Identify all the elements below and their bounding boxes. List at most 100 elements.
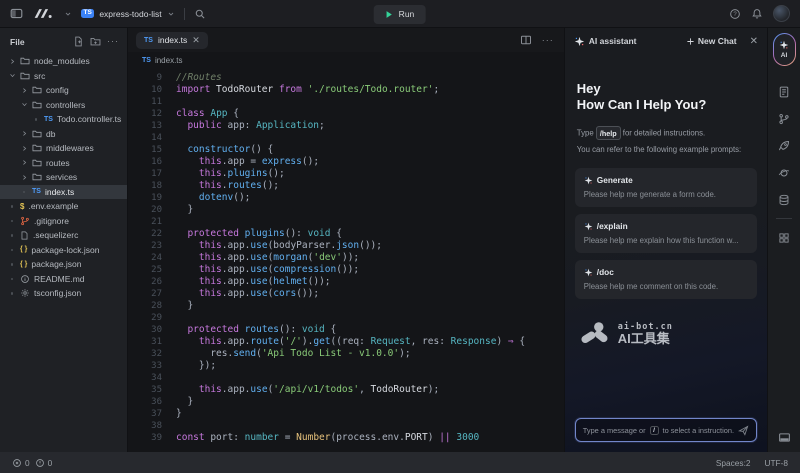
tree-item-controllers[interactable]: controllers: [0, 98, 127, 113]
code-line-11[interactable]: 11: [128, 96, 564, 108]
code-line-24[interactable]: 24 this.app.use(morgan('dev'));: [128, 252, 564, 264]
code-line-22[interactable]: 22 protected plugins(): void {: [128, 228, 564, 240]
tree-item-readme-md[interactable]: README.md: [0, 272, 127, 287]
tree-item-routes[interactable]: routes: [0, 156, 127, 171]
run-label: Run: [399, 9, 415, 19]
avatar[interactable]: [773, 5, 790, 22]
tree-item-config[interactable]: config: [0, 83, 127, 98]
tree-item-todo-controller-ts[interactable]: TSTodo.controller.ts: [0, 112, 127, 127]
editor-more-icon[interactable]: ···: [542, 36, 554, 45]
tree-item--gitignore[interactable]: .gitignore: [0, 214, 127, 229]
tree-item-middlewares[interactable]: middlewares: [0, 141, 127, 156]
code-line-34[interactable]: 34: [128, 372, 564, 384]
tree-item-src[interactable]: src: [0, 69, 127, 84]
tab-index-ts[interactable]: TS index.ts ✕: [136, 32, 208, 49]
code-line-33[interactable]: 33 });: [128, 360, 564, 372]
prompt-card--doc[interactable]: /docPlease help me comment on this code.: [575, 260, 757, 299]
slash-key: /: [650, 426, 659, 435]
chevron-down-icon[interactable]: [64, 10, 72, 18]
code-line-38[interactable]: 38: [128, 420, 564, 432]
code-line-15[interactable]: 15 constructor() {: [128, 144, 564, 156]
bell-icon[interactable]: [751, 8, 763, 20]
problems-warnings[interactable]: 0: [35, 458, 53, 468]
sidebar-toggle-icon[interactable]: [10, 7, 23, 20]
line-number: 20: [128, 204, 162, 216]
problems-errors[interactable]: 0: [12, 458, 30, 468]
code-line-23[interactable]: 23 this.app.use(bodyParser.json());: [128, 240, 564, 252]
readme-file-icon: [20, 274, 30, 284]
tree-item-package-lock-json[interactable]: { }package-lock.json: [0, 243, 127, 258]
code-line-39[interactable]: 39const port: number = Number(process.en…: [128, 432, 564, 444]
chevron-down-icon: [20, 101, 28, 108]
code-line-17[interactable]: 17 this.plugins();: [128, 168, 564, 180]
project-switcher[interactable]: TS express-todo-list: [81, 9, 175, 19]
code-line-27[interactable]: 27 this.app.use(cors());: [128, 288, 564, 300]
code-line-13[interactable]: 13 public app: Application;: [128, 120, 564, 132]
folder-icon: [32, 143, 42, 153]
code-line-35[interactable]: 35 this.app.use('/api/v1/todos', TodoRou…: [128, 384, 564, 396]
source-control-icon[interactable]: [768, 105, 800, 132]
tab-close-icon[interactable]: ✕: [192, 36, 200, 45]
tree-item-label: index.ts: [45, 187, 74, 197]
code-editor[interactable]: 9//Routes10import TodoRouter from './rou…: [128, 69, 564, 452]
code-line-19[interactable]: 19 dotenv();: [128, 192, 564, 204]
encoding-setting[interactable]: UTF-8: [764, 458, 788, 468]
database-icon[interactable]: [768, 186, 800, 213]
watermark-name: AI工具集: [618, 332, 673, 346]
deploy-icon[interactable]: [768, 132, 800, 159]
indentation-setting[interactable]: Spaces:2: [716, 458, 751, 468]
tree-item-index-ts[interactable]: TSindex.ts: [0, 185, 127, 200]
breadcrumb[interactable]: TS index.ts: [128, 52, 564, 69]
tree-item--env-example[interactable]: $.env.example: [0, 199, 127, 214]
assistant-header: AI assistant New Chat ✕: [565, 28, 767, 54]
code-line-32[interactable]: 32 res.send('Api Todo List - v1.0.0');: [128, 348, 564, 360]
ai-assistant-rail-button[interactable]: AI: [773, 33, 796, 66]
apps-icon[interactable]: [768, 224, 800, 251]
top-bar: TS express-todo-list Run ?: [0, 0, 800, 28]
chat-input[interactable]: Type a message or / to select a instruct…: [575, 418, 757, 442]
project-name: express-todo-list: [99, 9, 161, 19]
tree-item-label: middlewares: [46, 143, 94, 153]
tree-item--sequelizerc[interactable]: .sequelizerc: [0, 228, 127, 243]
help-icon[interactable]: ?: [729, 8, 741, 20]
prompt-card--explain[interactable]: /explainPlease help me explain how this …: [575, 214, 757, 253]
new-file-icon[interactable]: [73, 36, 84, 47]
code-line-28[interactable]: 28 }: [128, 300, 564, 312]
explorer-header: File ···: [0, 28, 127, 54]
code-line-18[interactable]: 18 this.routes();: [128, 180, 564, 192]
code-line-25[interactable]: 25 this.app.use(compression());: [128, 264, 564, 276]
new-folder-icon[interactable]: [90, 36, 101, 47]
code-line-29[interactable]: 29: [128, 312, 564, 324]
code-line-31[interactable]: 31 this.app.route('/').get((req: Request…: [128, 336, 564, 348]
code-line-16[interactable]: 16 this.app = express();: [128, 156, 564, 168]
code-line-20[interactable]: 20 }: [128, 204, 564, 216]
code-line-12[interactable]: 12class App {: [128, 108, 564, 120]
tree-item-db[interactable]: db: [0, 127, 127, 142]
code-line-14[interactable]: 14: [128, 132, 564, 144]
code-line-36[interactable]: 36 }: [128, 396, 564, 408]
code-line-26[interactable]: 26 this.app.use(helmet());: [128, 276, 564, 288]
code-line-30[interactable]: 30 protected routes(): void {: [128, 324, 564, 336]
code-line-9[interactable]: 9//Routes: [128, 72, 564, 84]
send-icon[interactable]: [738, 425, 749, 436]
search-icon[interactable]: [194, 8, 206, 20]
split-editor-icon[interactable]: [520, 34, 532, 46]
prompt-card-generate[interactable]: GeneratePlease help me generate a form c…: [575, 168, 757, 207]
line-number: 11: [128, 96, 162, 108]
line-number: 10: [128, 84, 162, 96]
code-line-21[interactable]: 21: [128, 216, 564, 228]
tree-item-services[interactable]: services: [0, 170, 127, 185]
web-icon[interactable]: [768, 159, 800, 186]
close-panel-icon[interactable]: ✕: [750, 36, 758, 47]
tree-item-package-json[interactable]: { }package.json: [0, 257, 127, 272]
new-chat-button[interactable]: New Chat: [686, 36, 737, 46]
panel-toggle-bottom-icon[interactable]: [778, 431, 791, 444]
more-icon[interactable]: ···: [107, 37, 119, 46]
code-line-37[interactable]: 37}: [128, 408, 564, 420]
docs-icon[interactable]: [768, 78, 800, 105]
code-line-10[interactable]: 10import TodoRouter from './routes/Todo.…: [128, 84, 564, 96]
tree-item-node-modules[interactable]: node_modules: [0, 54, 127, 69]
workspace-logo[interactable]: [32, 7, 55, 20]
run-button[interactable]: Run: [374, 5, 426, 24]
tree-item-tsconfig-json[interactable]: tsconfig.json: [0, 286, 127, 301]
